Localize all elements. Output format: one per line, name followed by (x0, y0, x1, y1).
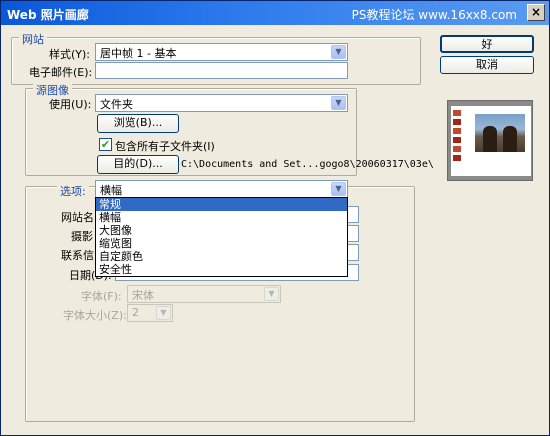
chevron-down-icon: ▼ (331, 182, 346, 196)
browse-button[interactable]: 浏览(B)... (97, 114, 179, 133)
include-subfolders-checkbox[interactable]: ✔ (99, 138, 112, 151)
chevron-down-icon: ▼ (156, 306, 171, 320)
options-legend: 选项: (57, 183, 89, 199)
gallery-preview-image (447, 100, 533, 181)
preview-thumbnails (453, 110, 473, 164)
options-dropdown-list: 常规 横幅 大图像 缩览图 自定颜色 安全性 (95, 197, 348, 277)
email-label: 电子邮件(E): (29, 66, 93, 79)
site-name-label: 网站名 (61, 211, 94, 224)
dropdown-item[interactable]: 自定颜色 (96, 250, 347, 263)
chevron-down-icon: ▼ (331, 96, 346, 110)
style-label: 样式(Y): (49, 48, 91, 61)
font-select-value: 宋体 (132, 289, 154, 302)
use-select-value: 文件夹 (100, 98, 133, 111)
site-legend: 网站 (19, 31, 47, 47)
dropdown-item[interactable]: 常规 (96, 198, 347, 211)
dropdown-item[interactable]: 安全性 (96, 263, 347, 276)
preview-photo (475, 114, 525, 152)
photographer-label: 摄影 (71, 230, 93, 243)
checkmark-icon: ✔ (100, 138, 111, 151)
options-select[interactable]: 横幅 ▼ (95, 180, 348, 198)
close-icon[interactable]: × (527, 4, 545, 21)
title-bar: Web 照片画廊 PS教程论坛 www.16xx8.com × (1, 1, 549, 25)
preview-page (451, 106, 531, 176)
options-select-value: 横幅 (100, 184, 122, 197)
web-photo-gallery-dialog: Web 照片画廊 PS教程论坛 www.16xx8.com × 网站 样式(Y)… (0, 0, 550, 436)
font-size-label: 字体大小(Z): (63, 309, 127, 322)
font-size-select[interactable]: 2 ▼ (127, 304, 173, 322)
font-label: 字体(F): (81, 290, 122, 303)
email-field[interactable] (95, 62, 348, 79)
chevron-down-icon: ▼ (331, 45, 346, 59)
watermark-text: PS教程论坛 www.16xx8.com (351, 8, 517, 22)
dropdown-item[interactable]: 横幅 (96, 211, 347, 224)
dropdown-item[interactable]: 大图像 (96, 224, 347, 237)
destination-button[interactable]: 目的(D)... (97, 155, 179, 174)
ok-button[interactable]: 好 (440, 35, 534, 53)
font-select[interactable]: 宋体 ▼ (127, 285, 281, 303)
contact-label: 联系信 (61, 249, 94, 262)
chevron-down-icon: ▼ (264, 287, 279, 301)
cancel-button[interactable]: 取消 (440, 56, 534, 74)
style-select-value: 居中帧 1 - 基本 (100, 47, 177, 60)
use-label: 使用(U): (49, 98, 92, 111)
window-title: Web 照片画廊 (7, 8, 89, 22)
dropdown-item[interactable]: 缩览图 (96, 237, 347, 250)
style-select[interactable]: 居中帧 1 - 基本 ▼ (95, 43, 348, 61)
destination-path: C:\Documents and Set...gogo8\20060317\03… (181, 159, 434, 170)
use-select[interactable]: 文件夹 ▼ (95, 94, 348, 112)
include-subfolders-label: 包含所有子文件夹(I) (115, 140, 215, 153)
font-size-select-value: 2 (132, 306, 139, 319)
